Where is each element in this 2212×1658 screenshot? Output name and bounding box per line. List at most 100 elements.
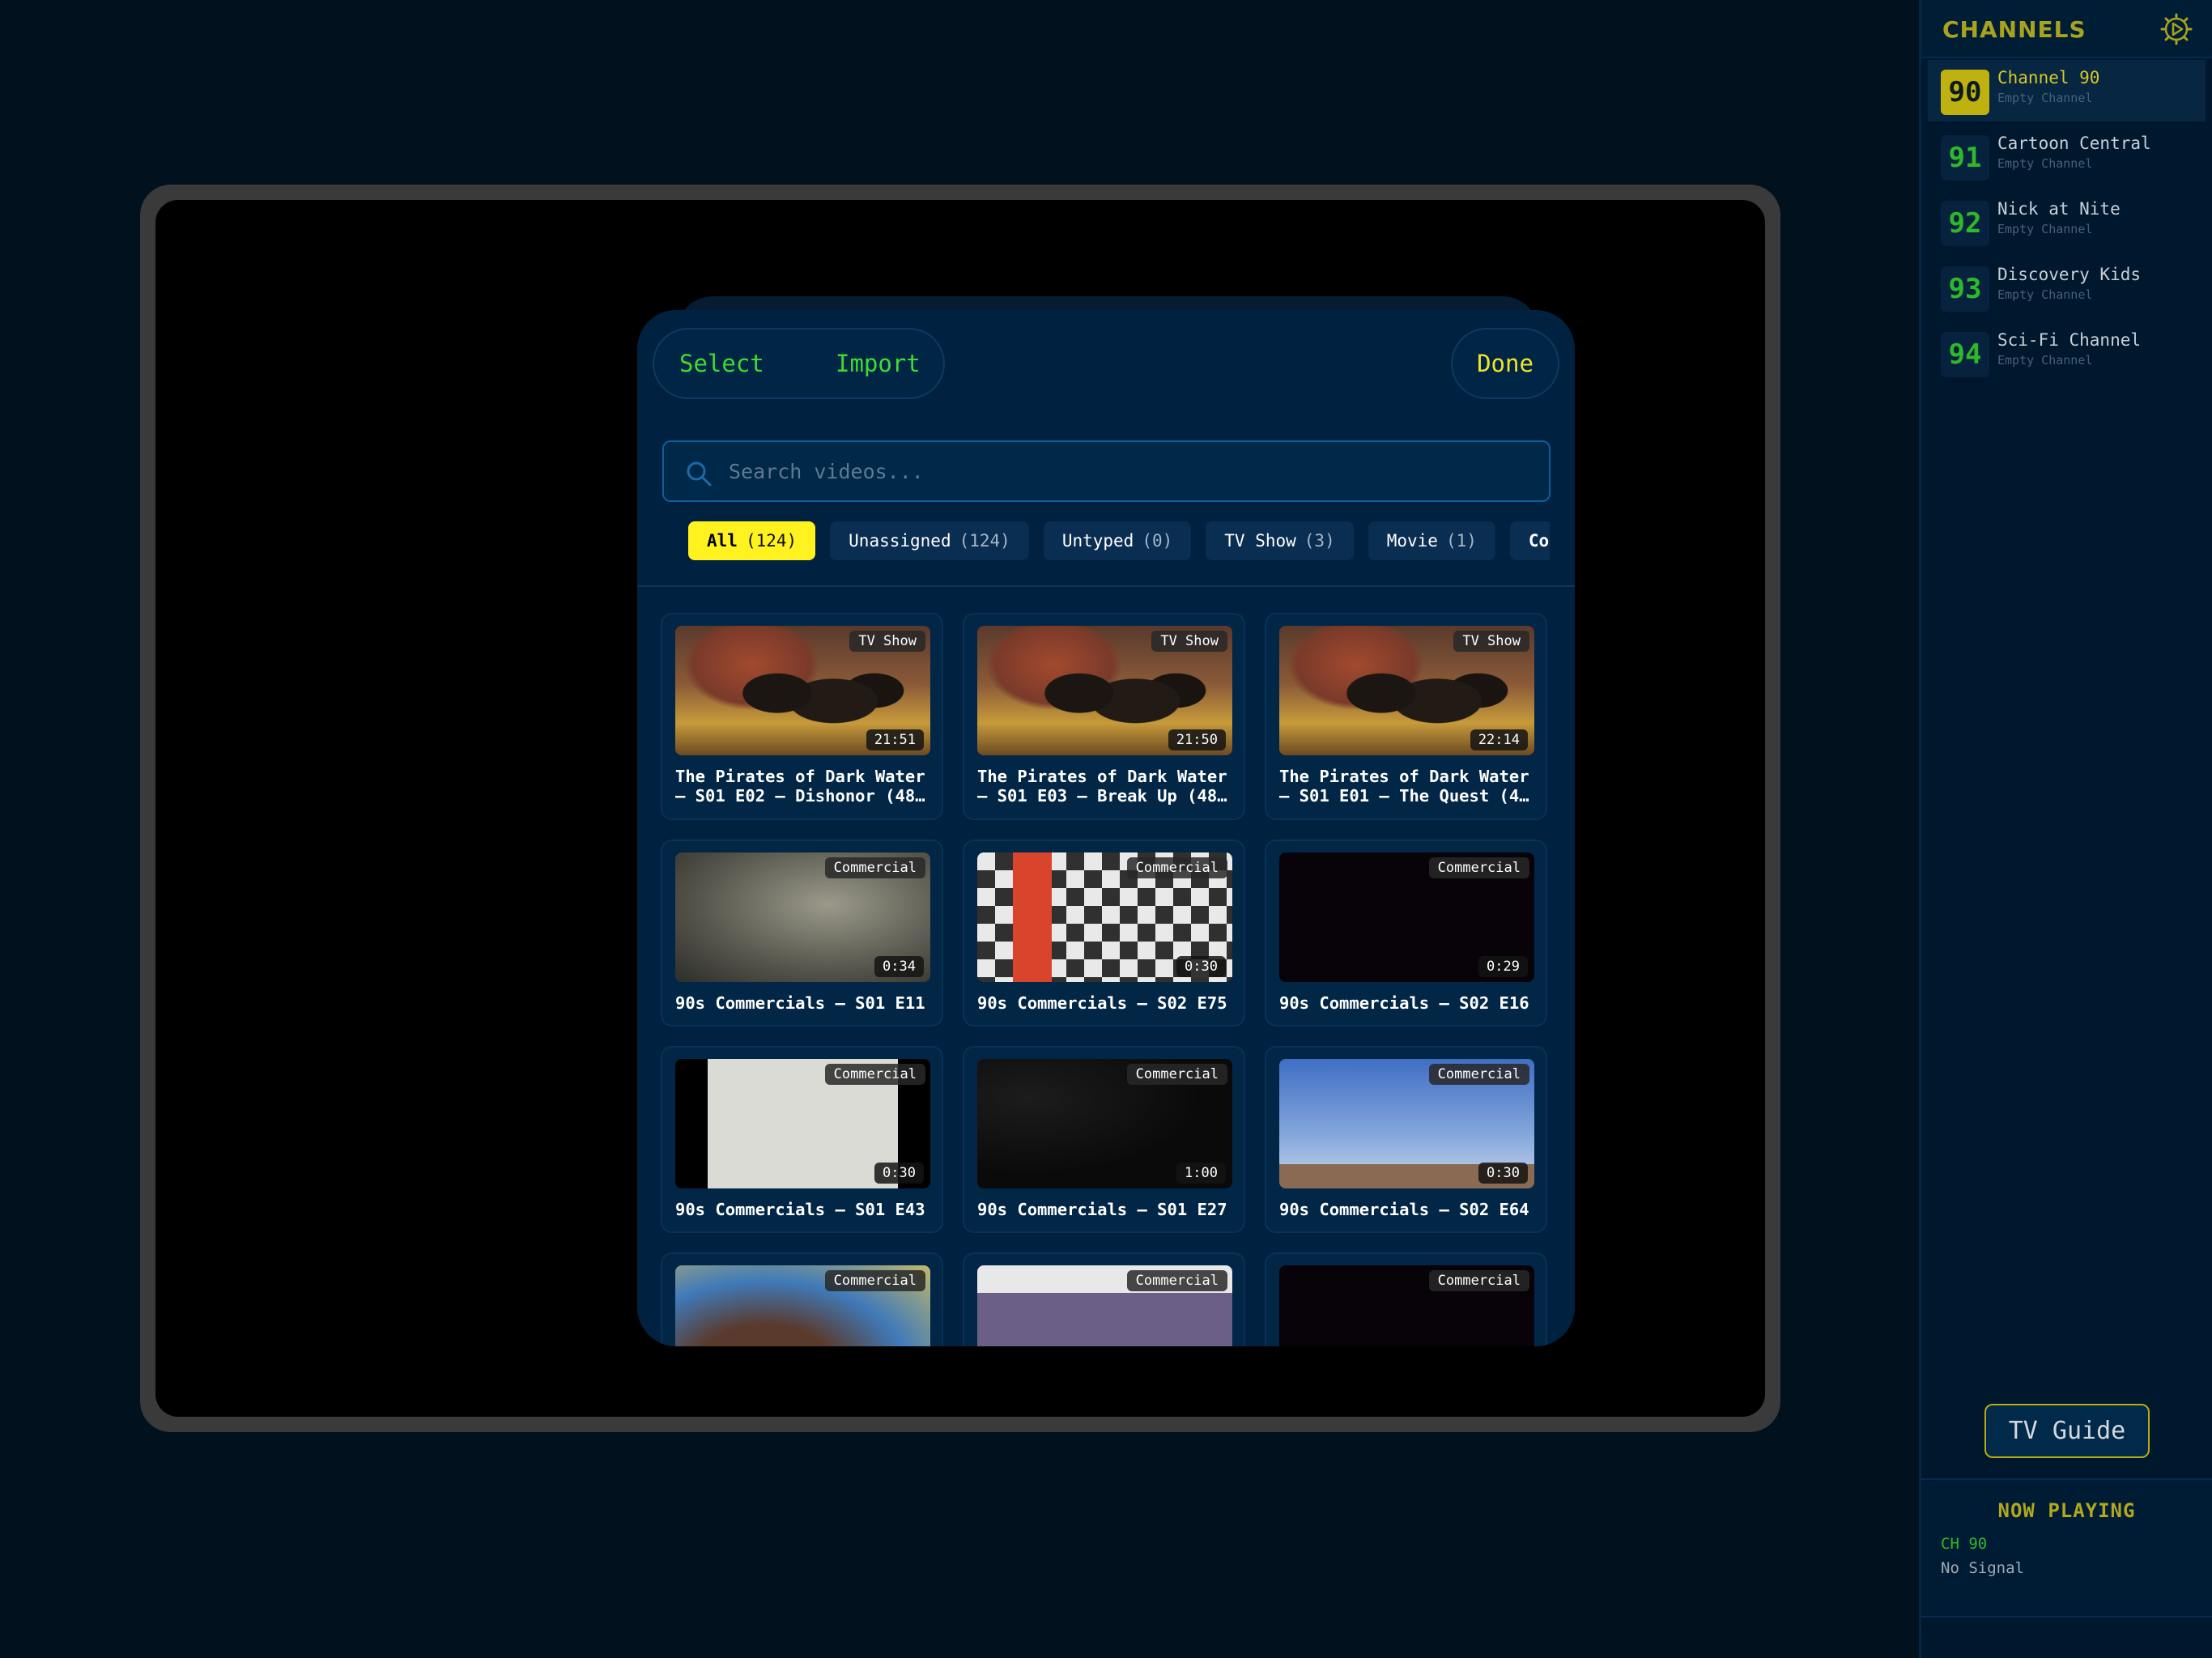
channel-number: 93 xyxy=(1941,266,1989,312)
video-card[interactable]: Commercial xyxy=(963,1252,1245,1346)
video-library-modal: Select Import Done All (124) Unassigned … xyxy=(637,310,1575,1346)
gear-play-icon[interactable] xyxy=(2160,13,2193,45)
type-badge: Commercial xyxy=(1126,1064,1227,1085)
duration-label: 0:29 xyxy=(1478,956,1528,977)
tv-guide-button[interactable]: TV Guide xyxy=(1984,1404,2150,1458)
video-card[interactable]: Commercial 0:30 90s Commercials – S02 E7… xyxy=(963,840,1245,1027)
channel-name: Cartoon Central xyxy=(1997,134,2151,153)
channel-name: Sci-Fi Channel xyxy=(1997,330,2142,350)
filter-chip-unassigned[interactable]: Unassigned (124) xyxy=(830,521,1029,560)
duration-label: 0:30 xyxy=(1176,956,1226,977)
duration-label: 0:34 xyxy=(874,956,924,977)
video-title: The Pirates of Dark Water – S01 E03 – Br… xyxy=(977,767,1227,806)
video-card[interactable]: TV Show 21:50 The Pirates of Dark Water … xyxy=(963,613,1245,820)
video-thumbnail: Commercial xyxy=(977,1265,1232,1346)
channel-subtitle: Empty Channel xyxy=(1997,156,2093,171)
channel-number: 94 xyxy=(1941,332,1989,377)
type-badge: Commercial xyxy=(1126,1270,1227,1291)
video-card[interactable]: Commercial 0:30 90s Commercials – S02 E6… xyxy=(1265,1046,1547,1233)
video-card[interactable]: Commercial 0:30 90s Commercials – S01 E4… xyxy=(661,1046,943,1233)
filter-chip-tv-show[interactable]: TV Show (3) xyxy=(1206,521,1354,560)
filter-count: (124) xyxy=(745,531,798,551)
channel-item-93[interactable]: 93 Discovery Kids Empty Channel xyxy=(1928,257,2206,318)
filter-chips: All (124) Unassigned (124) Untyped (0) T… xyxy=(688,521,1550,562)
now-playing-channel: CH 90 xyxy=(1941,1535,1988,1553)
filter-count: (0) xyxy=(1142,531,1173,551)
video-grid: TV Show 21:51 The Pirates of Dark Water … xyxy=(661,613,1551,1346)
channel-subtitle: Empty Channel xyxy=(1997,353,2093,368)
video-thumbnail: Commercial 1:00 xyxy=(977,1059,1232,1188)
video-thumbnail: Commercial 0:30 xyxy=(1279,1059,1534,1188)
channel-name: Channel 90 xyxy=(1997,68,2100,87)
type-badge: TV Show xyxy=(849,631,925,652)
video-card[interactable]: Commercial xyxy=(1265,1252,1547,1346)
channel-subtitle: Empty Channel xyxy=(1997,287,2093,302)
video-card[interactable]: TV Show 21:51 The Pirates of Dark Water … xyxy=(661,613,943,820)
filter-label: Movie xyxy=(1386,531,1438,551)
filter-chip-all[interactable]: All (124) xyxy=(688,521,816,560)
type-badge: Commercial xyxy=(824,1064,925,1085)
import-button[interactable]: Import xyxy=(836,350,921,377)
channel-number: 92 xyxy=(1941,201,1989,246)
video-thumbnail: TV Show 21:51 xyxy=(675,626,930,755)
filter-chip-movie[interactable]: Movie (1) xyxy=(1368,521,1495,560)
search-icon xyxy=(687,461,712,487)
video-thumbnail: Commercial xyxy=(1279,1265,1534,1346)
video-title: 90s Commercials – S02 E64 xyxy=(1279,1200,1529,1219)
video-card[interactable]: Commercial 0:29 90s Commercials – S02 E1… xyxy=(1265,840,1547,1027)
done-button[interactable]: Done xyxy=(1451,328,1559,399)
type-badge: Commercial xyxy=(1428,857,1529,878)
filter-chip-untyped[interactable]: Untyped (0) xyxy=(1043,521,1192,560)
filter-count: (1) xyxy=(1445,531,1477,551)
row-spacer xyxy=(661,820,1547,840)
now-playing-status: No Signal xyxy=(1941,1559,2024,1577)
type-badge: TV Show xyxy=(1453,631,1529,652)
filter-label: TV Show xyxy=(1224,531,1296,551)
video-thumbnail: TV Show 22:14 xyxy=(1279,626,1534,755)
duration-label: 21:51 xyxy=(866,729,924,750)
now-playing-panel: NOW PLAYING CH 90 No Signal xyxy=(1921,1478,2212,1618)
video-thumbnail: Commercial 0:30 xyxy=(675,1059,930,1188)
filter-label: Comm xyxy=(1528,531,1550,551)
row-spacer xyxy=(661,1233,1547,1252)
type-badge: Commercial xyxy=(1428,1270,1529,1291)
duration-label: 1:00 xyxy=(1176,1163,1226,1184)
filter-label: Unassigned xyxy=(849,531,951,551)
video-title: The Pirates of Dark Water – S01 E02 – Di… xyxy=(675,767,925,806)
sidebar-title: CHANNELS xyxy=(1942,16,2087,43)
video-card[interactable]: Commercial 0:34 90s Commercials – S01 E1… xyxy=(661,840,943,1027)
channel-subtitle: Empty Channel xyxy=(1997,222,2093,236)
search-box[interactable] xyxy=(662,440,1551,502)
channel-number: 90 xyxy=(1941,70,1989,115)
channel-item-91[interactable]: 91 Cartoon Central Empty Channel xyxy=(1928,125,2206,187)
duration-label: 0:30 xyxy=(874,1163,924,1184)
select-button[interactable]: Select xyxy=(679,350,764,377)
video-thumbnail: Commercial xyxy=(675,1265,930,1346)
filter-count: (3) xyxy=(1304,531,1335,551)
video-thumbnail: Commercial 0:34 xyxy=(675,852,930,982)
row-spacer xyxy=(661,1027,1547,1046)
video-thumbnail: Commercial 0:30 xyxy=(977,852,1232,982)
video-card[interactable]: TV Show 22:14 The Pirates of Dark Water … xyxy=(1265,613,1547,820)
type-badge: Commercial xyxy=(824,857,925,878)
video-card[interactable]: Commercial 1:00 90s Commercials – S01 E2… xyxy=(963,1046,1245,1233)
now-playing-title: NOW PLAYING xyxy=(1997,1499,2136,1522)
sidebar-header: CHANNELS xyxy=(1921,0,2212,58)
channel-name: Nick at Nite xyxy=(1997,199,2121,219)
duration-label: 21:50 xyxy=(1168,729,1226,750)
channel-item-90[interactable]: 90 Channel 90 Empty Channel xyxy=(1928,60,2206,121)
channel-item-92[interactable]: 92 Nick at Nite Empty Channel xyxy=(1928,191,2206,253)
video-card[interactable]: Commercial xyxy=(661,1252,943,1346)
type-badge: Commercial xyxy=(1428,1064,1529,1085)
filter-label: Untyped xyxy=(1061,531,1134,551)
channel-number: 91 xyxy=(1941,135,1989,181)
header-divider xyxy=(637,585,1575,587)
video-title: 90s Commercials – S02 E75 xyxy=(977,993,1227,1013)
video-title: 90s Commercials – S01 E27 xyxy=(977,1200,1227,1219)
app-root: Select Import Done All (124) Unassigned … xyxy=(0,0,2212,1658)
select-import-group: Select Import xyxy=(653,328,945,399)
video-title: 90s Commercials – S01 E11 xyxy=(675,993,925,1013)
search-input[interactable] xyxy=(729,442,1530,500)
filter-chip-commercial[interactable]: Comm xyxy=(1509,521,1550,560)
channel-item-94[interactable]: 94 Sci-Fi Channel Empty Channel xyxy=(1928,322,2206,384)
